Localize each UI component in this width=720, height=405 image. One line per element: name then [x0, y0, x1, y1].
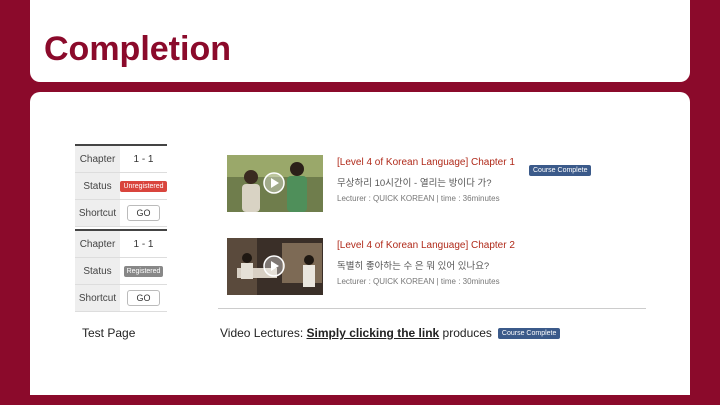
lecture-title-link[interactable]: [Level 4 of Korean Language] Chapter 2 — [337, 240, 515, 251]
go-button[interactable]: GO — [127, 205, 160, 221]
shortcut-row: Shortcut GO — [75, 284, 167, 312]
chapter-label: Chapter — [75, 229, 120, 258]
lecture-thumbnail[interactable] — [227, 238, 323, 295]
chapter-value: 1 - 1 — [120, 144, 167, 173]
shortcut-label: Shortcut — [75, 284, 120, 312]
shortcut-label: Shortcut — [75, 199, 120, 227]
status-label: Status — [75, 172, 120, 200]
lecture-meta: Lecturer : QUICK KOREAN | time : 36minut… — [337, 194, 500, 203]
caption-prefix: Video Lectures: — [220, 326, 307, 340]
lecture-meta: Lecturer : QUICK KOREAN | time : 30minut… — [337, 277, 500, 286]
video-lectures-caption: Video Lectures: Simply clicking the link… — [220, 326, 561, 341]
chapter-label: Chapter — [75, 144, 120, 173]
course-info-table-2: Chapter 1 - 1 Status Registered Shortcut… — [75, 229, 167, 312]
chapter-row: Chapter 1 - 1 — [75, 229, 167, 258]
test-page-caption: Test Page — [82, 326, 136, 340]
lecture-title-link[interactable]: [Level 4 of Korean Language] Chapter 1 — [337, 157, 515, 168]
simply-clicking-link[interactable]: Simply clicking the link — [307, 326, 440, 340]
slide-title: Completion — [44, 30, 231, 68]
go-button[interactable]: GO — [127, 290, 160, 306]
course-info-table-1: Chapter 1 - 1 Status Unregistered Shortc… — [75, 144, 167, 227]
lecture-item-1[interactable]: [Level 4 of Korean Language] Chapter 1 C… — [227, 155, 647, 215]
status-badge-registered: Registered — [123, 266, 164, 277]
lecture-subtitle: 무상하리 10시간이 - 열리는 방이다 가? — [337, 178, 492, 189]
lecture-thumbnail[interactable] — [227, 155, 323, 212]
chapter-value: 1 - 1 — [120, 229, 167, 258]
caption-suffix: produces — [439, 326, 492, 340]
title-panel: Completion — [30, 0, 690, 82]
course-complete-badge: Course Complete — [497, 328, 561, 339]
lecture-subtitle: 독별히 좋아하는 수 은 뭐 있어 있나요? — [337, 261, 490, 272]
status-label: Status — [75, 257, 120, 285]
status-row: Status Registered — [75, 257, 167, 285]
lecture-item-2[interactable]: [Level 4 of Korean Language] Chapter 2 독… — [227, 238, 647, 298]
divider — [218, 308, 646, 309]
status-row: Status Unregistered — [75, 172, 167, 200]
status-badge-unregistered: Unregistered — [120, 181, 167, 192]
content-panel: Chapter 1 - 1 Status Unregistered Shortc… — [30, 92, 690, 395]
course-complete-badge: Course Complete — [529, 165, 592, 176]
shortcut-row: Shortcut GO — [75, 199, 167, 227]
chapter-row: Chapter 1 - 1 — [75, 144, 167, 173]
